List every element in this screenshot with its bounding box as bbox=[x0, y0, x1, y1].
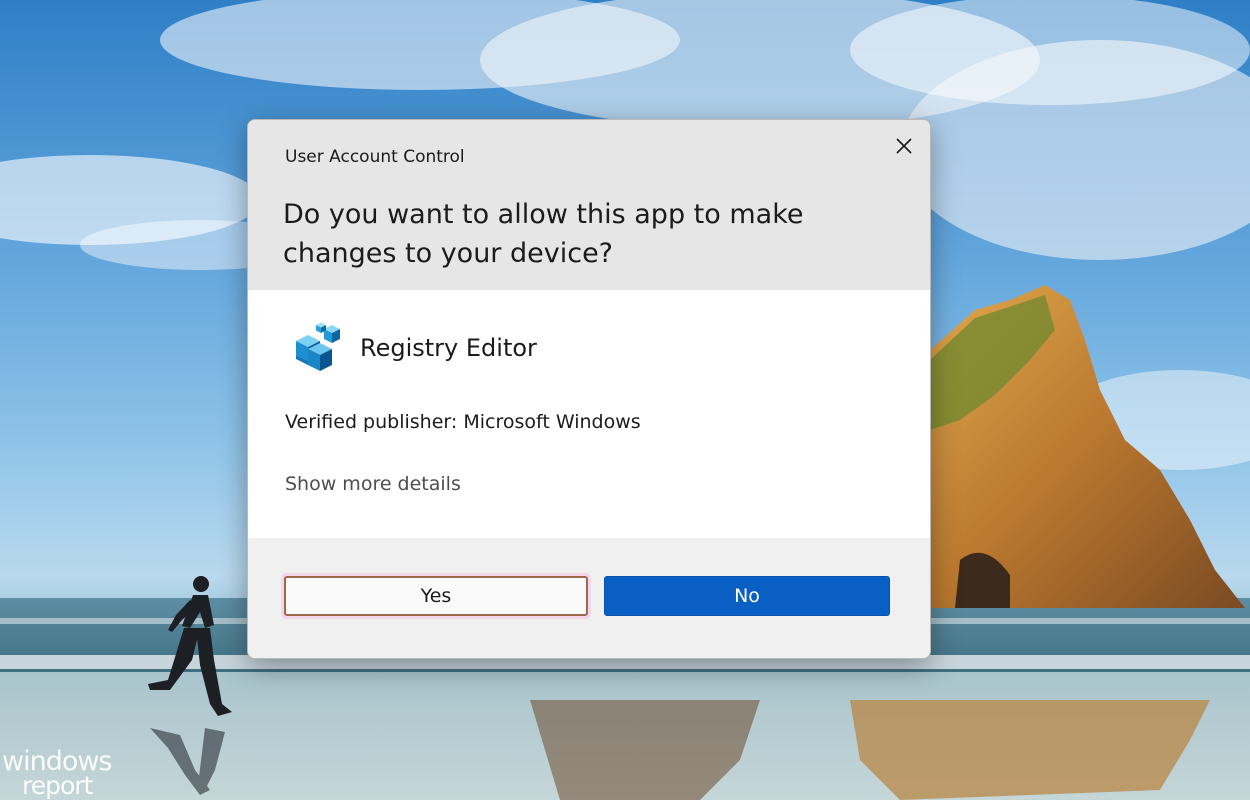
registry-editor-icon bbox=[296, 322, 340, 371]
yes-button[interactable]: Yes bbox=[284, 576, 588, 616]
close-button[interactable] bbox=[888, 130, 920, 162]
dialog-body: Registry Editor Verified publisher: Micr… bbox=[248, 290, 930, 538]
app-name: Registry Editor bbox=[360, 334, 537, 362]
dialog-question: Do you want to allow this app to make ch… bbox=[283, 199, 804, 269]
show-more-details-link[interactable]: Show more details bbox=[285, 473, 461, 495]
verified-publisher: Verified publisher: Microsoft Windows bbox=[285, 411, 641, 433]
uac-dialog: User Account Control Do you want to allo… bbox=[247, 119, 931, 659]
dialog-footer: Yes No bbox=[248, 538, 930, 658]
dialog-title: User Account Control bbox=[285, 147, 465, 167]
logo-line-report: report bbox=[22, 771, 93, 800]
no-button[interactable]: No bbox=[604, 576, 890, 616]
windows-report-logo: windows report bbox=[2, 748, 122, 800]
close-icon bbox=[896, 138, 912, 154]
dialog-header: User Account Control Do you want to allo… bbox=[248, 120, 930, 290]
